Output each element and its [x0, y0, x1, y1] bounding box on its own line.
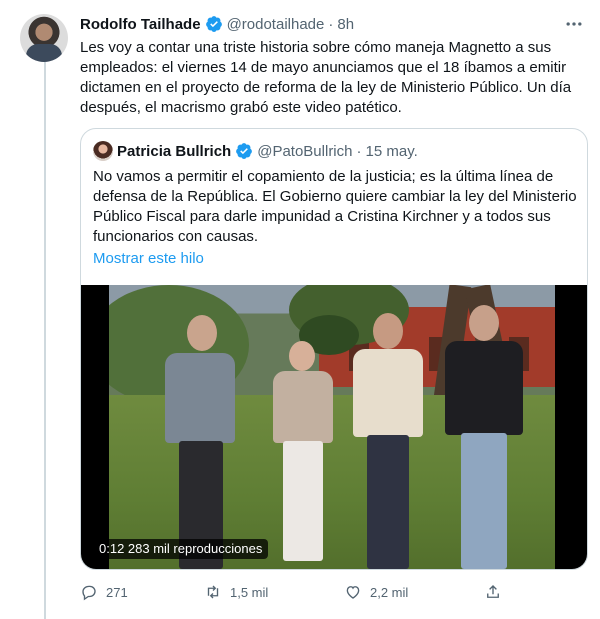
share-button[interactable]	[484, 580, 502, 604]
verified-badge-icon	[236, 143, 253, 159]
verified-badge-icon	[205, 16, 222, 32]
more-horizontal-icon[interactable]	[564, 14, 584, 34]
quoted-text: No vamos a permitir el copamiento de la …	[93, 168, 577, 245]
reply-button[interactable]: 271	[80, 580, 128, 604]
tweet-actions: 271 1,5 mil 2,2 mil	[80, 580, 510, 604]
quoted-author-name: Patricia Bullrich	[117, 142, 232, 160]
avatar[interactable]	[20, 14, 68, 62]
like-button[interactable]: 2,2 mil	[344, 580, 408, 604]
retweet-button[interactable]: 1,5 mil	[204, 580, 268, 604]
author-handle[interactable]: @rodotailhade	[227, 16, 325, 33]
quoted-handle: @PatoBullrich	[257, 142, 353, 160]
thread-line	[44, 62, 46, 619]
separator-dot: ·	[356, 142, 362, 160]
tweet-header: Rodolfo Tailhade @rodotailhade · 8h	[80, 14, 354, 34]
retweet-count: 1,5 mil	[230, 584, 269, 600]
show-thread-link[interactable]: Mostrar este hilo	[93, 250, 204, 267]
like-count: 2,2 mil	[370, 584, 409, 600]
separator-dot: ·	[328, 15, 334, 33]
quoted-time: 15 may.	[365, 142, 418, 160]
video-views-badge: 0:12 283 mil reproducciones	[93, 539, 269, 559]
share-icon	[487, 585, 499, 598]
quoted-header: Patricia Bullrich @PatoBullrich · 15 may…	[93, 141, 418, 161]
quoted-avatar	[93, 141, 113, 161]
tweet-text: Les voy a contar una triste historia sob…	[80, 39, 572, 116]
author-name[interactable]: Rodolfo Tailhade	[80, 16, 201, 33]
video-player[interactable]: 0:12 283 mil reproducciones	[81, 285, 587, 569]
video-thumbnail	[109, 285, 555, 569]
heart-icon	[346, 586, 360, 599]
quoted-tweet[interactable]: Patricia Bullrich @PatoBullrich · 15 may…	[80, 128, 588, 570]
retweet-icon	[207, 585, 219, 599]
reply-icon	[82, 585, 96, 601]
tweet-time[interactable]: 8h	[337, 16, 354, 33]
reply-count: 271	[106, 584, 128, 600]
